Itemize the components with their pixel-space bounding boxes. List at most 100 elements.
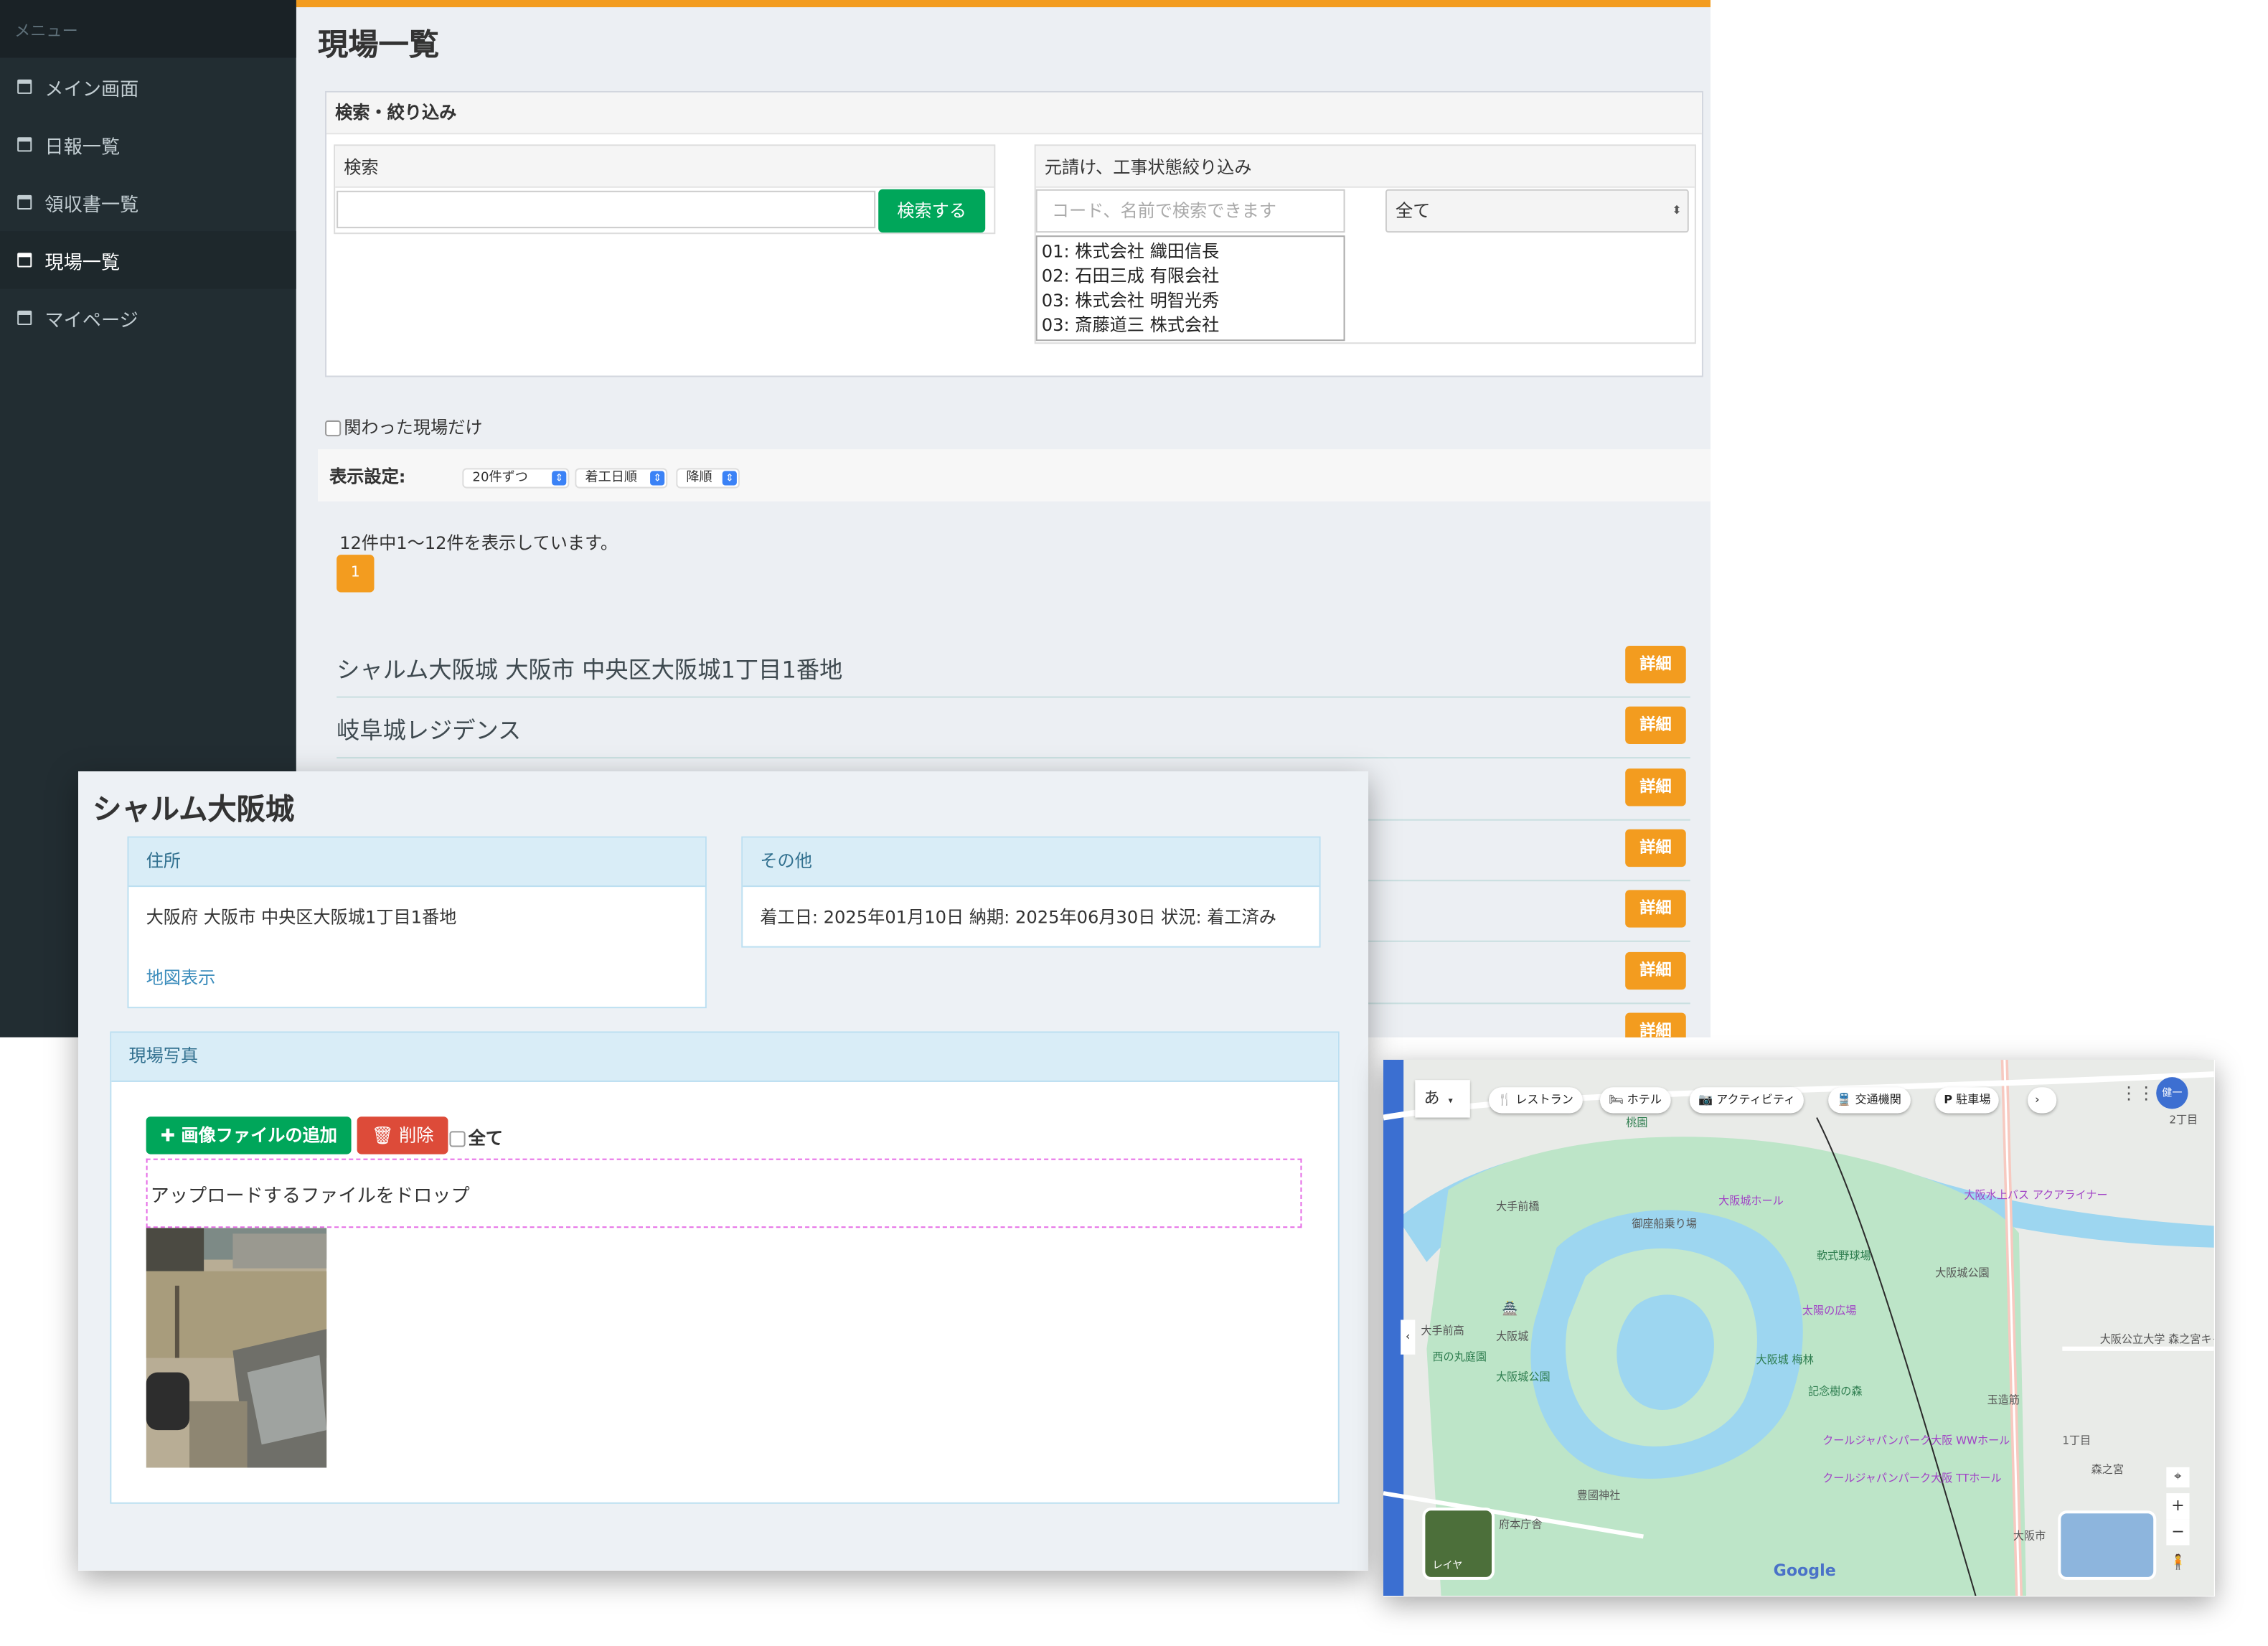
map-label-ohtemae-high[interactable]: 大手前高 — [1421, 1322, 1464, 1338]
select-all[interactable]: 全て — [449, 1125, 503, 1149]
pegman-icon[interactable]: 🧍 — [2169, 1556, 2187, 1571]
calendar-icon — [17, 137, 32, 152]
input-mode-button[interactable]: あ ▾ — [1415, 1080, 1470, 1118]
per-page-select[interactable]: 20件ずつ ⇕ — [462, 468, 570, 489]
detail-button[interactable]: 詳細 — [1625, 1012, 1686, 1038]
list-item[interactable]: 03: 斎藤道三 株式会社 — [1042, 314, 1340, 338]
search-input[interactable] — [337, 190, 876, 229]
camera-icon: 📷 — [1698, 1093, 1713, 1106]
search-button[interactable]: 検索する — [878, 189, 986, 233]
sidebar-item-sites[interactable]: 現場一覧 — [0, 231, 296, 289]
map-label-morinomiya[interactable]: 森之宮 — [2091, 1462, 2124, 1477]
detail-button[interactable]: 詳細 — [1625, 951, 1686, 990]
chip-parking[interactable]: P 駐車場 — [1935, 1087, 2000, 1114]
caret-down-icon: ▾ — [1448, 1096, 1453, 1106]
my-location-icon[interactable]: ⌖ — [2166, 1467, 2190, 1487]
chip-label: 交通機関 — [1855, 1093, 1901, 1106]
map-label-cool-japan-ww[interactable]: クールジャパンパーク大阪 WWホール — [1822, 1432, 2010, 1448]
chip-hotel[interactable]: 🛏 ホテル — [1600, 1087, 1671, 1114]
status-select[interactable]: 全て ⬍ — [1385, 189, 1689, 233]
address-box: 住所 大阪府 大阪市 中央区大阪城1丁目1番地 地図表示 — [127, 836, 707, 1009]
file-dropzone[interactable]: アップロードするファイルをドロップ — [146, 1158, 1302, 1228]
map-label-plum-grove[interactable]: 大阪城 梅林 — [1756, 1352, 1813, 1368]
chip-restaurant[interactable]: 🍴 レストラン — [1488, 1087, 1582, 1114]
other-info-box: その他 着工日: 2025年01月10日 納期: 2025年06月30日 状況:… — [741, 836, 1321, 948]
updown-icon: ⬍ — [1672, 203, 1682, 217]
map-label-omu-morinomiya[interactable]: 大阪公立大学 森之宮キャンパス — [2100, 1332, 2214, 1348]
sidebar-item-label: メイン画面 — [44, 78, 139, 100]
page-title: 現場一覧 — [317, 27, 440, 62]
street-view-preview[interactable] — [2058, 1510, 2157, 1580]
involved-only-checkbox[interactable] — [325, 420, 342, 437]
zoom-out-button[interactable]: − — [2166, 1519, 2190, 1546]
sidebar-item-main[interactable]: メイン画面 — [0, 58, 296, 116]
display-settings-row: 表示設定: 20件ずつ ⇕ 着工日順 ⇕ 降順 ⇕ — [317, 449, 1711, 502]
map-label-ohtemae-bridge[interactable]: 大手前橋 — [1496, 1198, 1539, 1214]
contractor-listbox[interactable]: 01: 株式会社 織田信長 02: 石田三成 有限会社 03: 株式会社 明智光… — [1035, 235, 1345, 342]
sidebar-item-daily-reports[interactable]: 日報一覧 — [0, 116, 296, 174]
castle-icon[interactable]: 🏯 — [1502, 1302, 1518, 1317]
contractor-search-input[interactable]: コード、名前で検索できます — [1035, 189, 1345, 233]
list-item[interactable]: 02: 石田三成 有限会社 — [1042, 264, 1340, 288]
map-label-osaka-castle[interactable]: 大阪城 — [1496, 1329, 1528, 1345]
user-avatar[interactable]: 健一 — [2156, 1077, 2188, 1109]
detail-button[interactable]: 詳細 — [1625, 829, 1686, 867]
map-label-prefectural-office[interactable]: 府本庁舎 — [1499, 1516, 1542, 1532]
map-label-momoen[interactable]: 桃園 — [1626, 1115, 1647, 1131]
site-photo-thumbnail[interactable] — [146, 1228, 327, 1468]
map-label-hokoku-shrine[interactable]: 豊國神社 — [1577, 1487, 1620, 1503]
sidebar-item-mypage[interactable]: マイページ — [0, 289, 296, 347]
chip-transit[interactable]: 🚆 交通機関 — [1828, 1087, 1910, 1114]
site-name[interactable]: シャルム大阪城 大阪市 中央区大阪城1丁目1番地 — [337, 650, 842, 685]
map-label-aqualiner[interactable]: 大阪水上バス アクアライナー — [1964, 1187, 2107, 1203]
sidebar-item-label: マイページ — [44, 309, 138, 332]
map-label-osaka-castle-hall[interactable]: 大阪城ホール — [1718, 1193, 1784, 1208]
detail-button[interactable]: 詳細 — [1625, 890, 1686, 928]
map-label-nishinomaru-garden[interactable]: 西の丸庭園 — [1432, 1349, 1487, 1365]
detail-button[interactable]: 詳細 — [1625, 768, 1686, 806]
sidebar-item-label: 日報一覧 — [44, 136, 121, 159]
collapse-panel-button[interactable]: ‹ — [1401, 1320, 1416, 1355]
updown-icon: ⇕ — [722, 471, 737, 486]
sidebar-item-label: 領収書一覧 — [44, 194, 139, 217]
chip-more[interactable]: › — [2028, 1087, 2057, 1114]
site-row: 岐阜城レジデンス 詳細 — [337, 697, 1690, 759]
calendar-icon — [17, 79, 32, 94]
map-label-cool-japan-tt[interactable]: クールジャパンパーク大阪 TTホール — [1822, 1470, 2002, 1486]
detail-title: シャルム大阪城 — [93, 791, 295, 827]
list-item[interactable]: 01: 株式会社 織田信長 — [1042, 240, 1340, 264]
other-header: その他 — [743, 837, 1319, 888]
map-label-tamatsukuri-suji[interactable]: 玉造筋 — [1987, 1392, 2020, 1408]
detail-button[interactable]: 詳細 — [1625, 706, 1686, 744]
apps-grid-icon[interactable]: ⋮⋮ — [2120, 1083, 2155, 1103]
map-link[interactable]: 地図表示 — [146, 965, 216, 989]
map-label-memorial-forest[interactable]: 記念樹の森 — [1808, 1383, 1863, 1399]
map-label-baseball-field[interactable]: 軟式野球場 — [1817, 1248, 1871, 1264]
add-image-button[interactable]: ✚ 画像ファイルの追加 — [146, 1116, 352, 1154]
map-window[interactable]: あ ▾ 🍴 レストラン 🛏 ホテル 📷 アクティビティ 🚆 交通機関 P 駐車場 … — [1383, 1060, 2215, 1596]
delete-button[interactable]: 🗑 削除 — [357, 1116, 448, 1154]
detail-button[interactable]: 詳細 — [1625, 646, 1686, 684]
calendar-icon — [17, 310, 32, 326]
map-label-castle-park[interactable]: 大阪城公園 — [1496, 1369, 1551, 1385]
layers-button[interactable]: レイヤ — [1422, 1508, 1495, 1580]
updown-icon: ⇕ — [650, 471, 665, 486]
map-label-1chome[interactable]: 1丁目 — [2062, 1432, 2091, 1448]
map-label-2chome[interactable]: 2丁目 — [2169, 1111, 2198, 1127]
select-all-checkbox[interactable] — [449, 1131, 466, 1147]
map-label-boat-pier[interactable]: 御座船乗り場 — [1632, 1215, 1697, 1231]
map-label-sun-plaza[interactable]: 太陽の広場 — [1802, 1302, 1857, 1318]
map-label-osaka-city[interactable]: 大阪市 — [2013, 1528, 2046, 1543]
chip-activity[interactable]: 📷 アクティビティ — [1689, 1087, 1804, 1114]
site-name[interactable]: 岐阜城レジデンス — [337, 711, 521, 746]
zoom-in-button[interactable]: + — [2166, 1493, 2190, 1520]
map-label-castle-park-station[interactable]: 大阪城公園 — [1935, 1265, 1990, 1281]
list-item[interactable]: 03: 株式会社 明智光秀 — [1042, 289, 1340, 314]
delete-label: 削除 — [399, 1125, 434, 1146]
calendar-icon — [17, 194, 32, 210]
sidebar-item-receipts[interactable]: 領収書一覧 — [0, 174, 296, 232]
sort-select[interactable]: 着工日順 ⇕ — [575, 468, 668, 489]
page-button-1[interactable]: 1 — [337, 555, 375, 593]
order-select[interactable]: 降順 ⇕ — [676, 468, 740, 489]
site-detail-panel: シャルム大阪城 住所 大阪府 大阪市 中央区大阪城1丁目1番地 地図表示 その他… — [78, 771, 1369, 1571]
